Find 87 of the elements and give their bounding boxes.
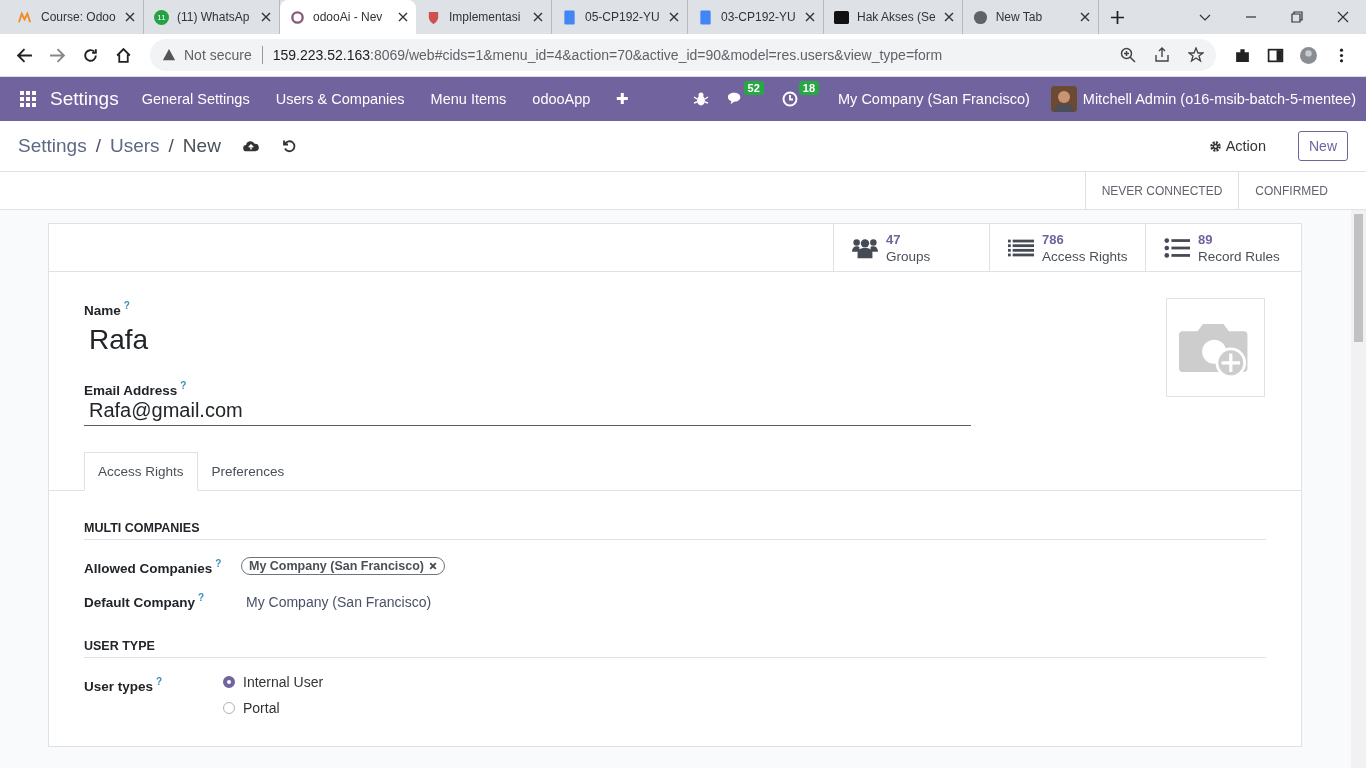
address-bar[interactable]: Not secure 159.223.52.163:8069/web#cids=1&menu_id=4&action=70&active_id=90&model=res.users&view_type=form: [150, 39, 1216, 71]
menu-item[interactable]: Users & Companies: [262, 91, 418, 107]
undo-icon[interactable]: [280, 139, 297, 153]
document-icon: [562, 9, 577, 25]
smart-button[interactable]: 786 Access Rights: [989, 224, 1145, 271]
section-title: MULTI COMPANIES: [84, 521, 1266, 540]
section-title: USER TYPE: [84, 639, 1266, 658]
share-icon[interactable]: [1154, 47, 1170, 63]
name-field[interactable]: Rafa: [84, 317, 971, 356]
browser-tab[interactable]: odooAi - Nev: [280, 0, 416, 34]
count-badge: 18: [798, 81, 820, 95]
settings-icon: [1208, 139, 1222, 153]
document-icon: [698, 9, 713, 25]
add-menu-button[interactable]: ✚: [603, 90, 643, 108]
close-icon[interactable]: [1337, 11, 1349, 23]
close-icon[interactable]: [125, 12, 135, 22]
close-icon[interactable]: [398, 12, 408, 22]
back-icon[interactable]: [16, 46, 33, 64]
users-icon: [852, 236, 878, 259]
new-button[interactable]: New: [1298, 131, 1348, 161]
field-label: Name: [84, 302, 121, 318]
help-icon[interactable]: ?: [156, 676, 163, 687]
action-button[interactable]: Action: [1202, 137, 1272, 155]
list-icon: [1164, 236, 1190, 259]
menu-item[interactable]: General Settings: [128, 91, 263, 107]
help-icon[interactable]: ?: [198, 591, 205, 603]
menu-item[interactable]: odooApp: [519, 91, 604, 107]
help-icon[interactable]: ?: [180, 379, 187, 391]
star-icon[interactable]: [1188, 47, 1204, 63]
scrollbar-thumb[interactable]: [1354, 214, 1363, 342]
clock-icon[interactable]: [781, 91, 798, 107]
email-field[interactable]: Rafa@gmail.com: [84, 397, 971, 426]
field-label: User types: [84, 678, 154, 694]
cloud-upload-icon[interactable]: [242, 139, 259, 153]
home-icon[interactable]: [115, 46, 132, 64]
radio-option[interactable]: Internal User: [223, 674, 324, 690]
field-label: Allowed Companies: [84, 560, 213, 576]
warning-icon: [162, 48, 176, 62]
apps-menu-icon[interactable]: [20, 91, 36, 107]
security-label: Not secure: [184, 47, 252, 63]
company-switcher[interactable]: My Company (San Francisco): [825, 91, 1043, 107]
form-tab[interactable]: Access Rights: [84, 452, 198, 491]
site-icon: [290, 9, 305, 25]
help-icon[interactable]: ?: [215, 558, 222, 569]
restore-icon[interactable]: [1291, 11, 1303, 23]
close-icon[interactable]: [805, 12, 815, 22]
url-text: 159.223.52.163:8069/web#cids=1&menu_id=4&action=70&active_id=90&model=res.users&view_type=form: [272, 47, 943, 63]
breadcrumb-current: New: [182, 135, 221, 157]
chat-icon[interactable]: [726, 91, 743, 107]
menu-item[interactable]: Menu Items: [417, 91, 520, 107]
reload-icon[interactable]: [82, 46, 99, 64]
breadcrumb-separator: /: [95, 135, 101, 157]
site-icon: [834, 9, 849, 25]
close-icon[interactable]: [669, 12, 679, 22]
help-icon[interactable]: ?: [123, 300, 130, 311]
site-icon: [18, 9, 33, 25]
bug-icon[interactable]: [692, 91, 709, 107]
puzzle-icon[interactable]: [1234, 46, 1251, 64]
breadcrumb-separator: /: [168, 135, 174, 157]
close-icon[interactable]: [943, 12, 954, 22]
site-icon: [426, 9, 441, 25]
site-icon: [972, 9, 988, 25]
close-icon[interactable]: [261, 12, 271, 22]
company-field[interactable]: My Company (San Francisco): [241, 593, 432, 610]
user-avatar[interactable]: [1050, 86, 1077, 112]
zoom-icon[interactable]: [1120, 47, 1136, 63]
forward-icon[interactable]: [49, 46, 66, 64]
field-label: Email Address: [84, 382, 178, 397]
new-tab-icon[interactable]: [1110, 10, 1124, 24]
breadcrumb-link[interactable]: Users: [109, 135, 160, 157]
notification-badge: 11: [154, 9, 169, 25]
profile-avatar-icon[interactable]: [1300, 46, 1317, 64]
app-title[interactable]: Settings: [50, 88, 119, 110]
breadcrumb-link[interactable]: Settings: [18, 135, 87, 157]
form-tab[interactable]: Preferences: [197, 452, 299, 491]
close-icon[interactable]: [1079, 12, 1090, 22]
status-stage[interactable]: CONFIRMED: [1238, 172, 1344, 209]
close-icon[interactable]: [533, 12, 543, 22]
radio-option[interactable]: Portal: [223, 700, 324, 716]
status-stage[interactable]: NEVER CONNECTED: [1084, 172, 1239, 209]
field-label: Default Company: [84, 594, 195, 609]
remove-icon[interactable]: [429, 562, 438, 570]
count-badge: 52: [743, 81, 764, 95]
smart-button[interactable]: 47 Groups: [833, 224, 989, 271]
user-menu[interactable]: Mitchell Admin (o16-msib-batch-5-mentee): [1076, 91, 1356, 107]
sidebar-icon[interactable]: [1267, 46, 1284, 64]
smart-button[interactable]: 89 Record Rules: [1145, 224, 1301, 271]
